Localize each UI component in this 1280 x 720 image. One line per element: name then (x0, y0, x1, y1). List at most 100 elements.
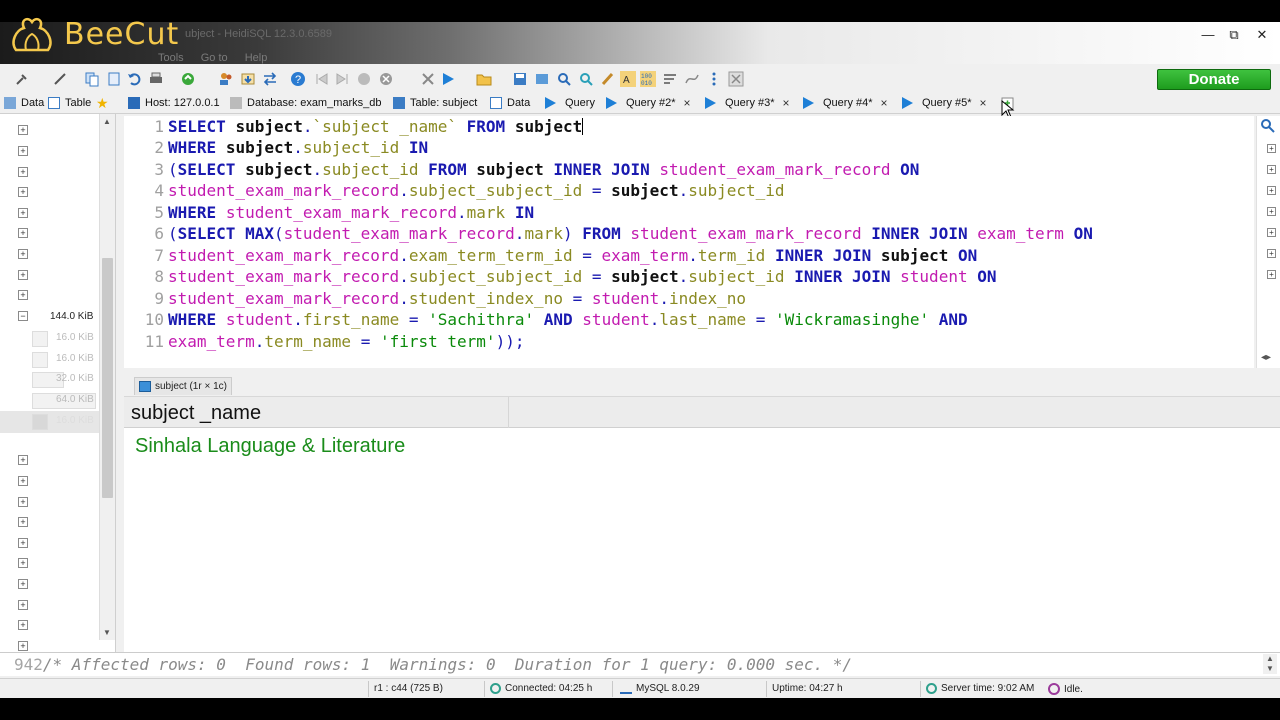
helper-expand-icon[interactable]: + (1267, 207, 1276, 216)
print-icon[interactable] (148, 71, 164, 87)
tab-data-left[interactable]: Data (4, 95, 44, 111)
tab-table-left[interactable]: Table (48, 95, 91, 111)
uppercase-icon[interactable]: A (620, 71, 636, 87)
close-icon[interactable]: × (783, 95, 790, 111)
helper-expand-icon[interactable]: + (1267, 144, 1276, 153)
tree-expand-icon[interactable]: + (18, 620, 28, 630)
tab-query-2[interactable]: Query #2* × (606, 95, 691, 111)
helper-expand-icon[interactable]: + (1267, 228, 1276, 237)
wrap-icon[interactable] (662, 71, 678, 87)
tree-expand-icon[interactable]: + (18, 538, 28, 548)
tree-expand-icon[interactable]: + (18, 641, 28, 651)
explain-icon[interactable] (684, 71, 700, 87)
more-icon[interactable] (706, 71, 722, 87)
save-snippet-icon[interactable] (534, 71, 550, 87)
import-icon[interactable] (240, 71, 256, 87)
format-sql-icon[interactable] (600, 71, 616, 87)
video-letterbox-top (0, 0, 1280, 22)
database-tree[interactable]: + + + + + + + + + − 144.0 KiB 16.0 KiB 1… (0, 114, 116, 672)
last-record-icon[interactable] (334, 71, 350, 87)
refresh-icon[interactable] (180, 71, 196, 87)
tree-expand-icon[interactable]: + (18, 558, 28, 568)
tree-expand-icon[interactable]: + (18, 208, 28, 218)
tree-expand-icon[interactable]: + (18, 290, 28, 300)
scroll-arrows-icon[interactable]: ◂▸ (1261, 352, 1271, 363)
line-number: 4 (154, 181, 164, 200)
open-folder-icon[interactable] (476, 71, 492, 87)
users-icon[interactable] (218, 71, 234, 87)
tree-expand-icon[interactable]: − (18, 311, 28, 321)
transfer-icon[interactable] (262, 71, 278, 87)
save-icon[interactable] (512, 71, 528, 87)
stop-icon[interactable] (378, 71, 394, 87)
helper-expand-icon[interactable]: + (1267, 186, 1276, 195)
tab-query-1[interactable]: Query (545, 95, 595, 111)
cancel-query-icon[interactable] (356, 71, 372, 87)
tree-expand-icon[interactable]: + (18, 167, 28, 177)
tree-expand-icon[interactable]: + (18, 249, 28, 259)
minimize-button[interactable]: — (1196, 26, 1220, 44)
close-tab-icon[interactable] (728, 71, 744, 87)
helper-expand-icon[interactable]: + (1267, 249, 1276, 258)
run-query-icon[interactable] (440, 71, 456, 87)
close-icon[interactable]: × (881, 95, 888, 111)
line-number: 9 (154, 289, 164, 308)
tree-expand-icon[interactable]: + (18, 146, 28, 156)
close-icon[interactable]: × (684, 95, 691, 111)
undo-icon[interactable] (126, 71, 142, 87)
binary-icon[interactable]: 100010 (640, 71, 656, 87)
helper-expand-icon[interactable]: + (1267, 270, 1276, 279)
menu-help[interactable]: Help (245, 52, 268, 64)
scroll-up-icon[interactable]: ▲ (103, 117, 111, 126)
tree-expand-icon[interactable]: + (18, 517, 28, 527)
column-separator[interactable] (508, 397, 509, 428)
donate-button[interactable]: Donate (1157, 69, 1271, 90)
tree-expand-icon[interactable]: + (18, 600, 28, 610)
tab-query-5[interactable]: Query #5* × (902, 95, 987, 111)
clear-icon[interactable] (420, 71, 436, 87)
sql-log[interactable]: 942/* Affected rows: 0 Found rows: 1 War… (0, 652, 1280, 676)
find-icon[interactable] (556, 71, 572, 87)
tree-expand-icon[interactable]: + (18, 125, 28, 135)
close-icon[interactable]: × (980, 95, 987, 111)
svg-text:010: 010 (641, 80, 652, 87)
helper-expand-icon[interactable]: + (1267, 165, 1276, 174)
tree-expand-icon[interactable]: + (18, 497, 28, 507)
close-button[interactable]: ✕ (1250, 26, 1274, 44)
search-icon[interactable] (1260, 118, 1276, 134)
log-scroll-icon[interactable]: ▲ ▼ (1263, 654, 1277, 674)
tree-expand-icon[interactable]: + (18, 270, 28, 280)
first-record-icon[interactable] (314, 71, 330, 87)
column-header[interactable]: subject _name (131, 402, 261, 425)
tree-expand-icon[interactable]: + (18, 579, 28, 589)
scrollbar-thumb[interactable] (102, 258, 113, 498)
tree-expand-icon[interactable]: + (18, 228, 28, 238)
tree-expand-icon[interactable]: + (18, 476, 28, 486)
result-grid[interactable]: subject _name Sinhala Language & Literat… (124, 396, 1280, 672)
replace-icon[interactable] (578, 71, 594, 87)
restore-button[interactable]: ⧉ (1222, 26, 1246, 44)
tree-expand-icon[interactable]: + (18, 187, 28, 197)
tab-table[interactable]: Table: subject (393, 95, 477, 111)
status-separator (920, 681, 921, 697)
star-icon[interactable]: ★ (96, 95, 109, 111)
tab-query-3[interactable]: Query #3* × (705, 95, 790, 111)
grid-cell[interactable]: Sinhala Language & Literature (135, 435, 405, 458)
scroll-down-icon[interactable]: ▼ (103, 628, 111, 637)
query-play-icon (606, 97, 617, 109)
tab-database[interactable]: Database: exam_marks_db (230, 95, 382, 111)
paste-icon[interactable] (106, 71, 122, 87)
copy-icon[interactable] (84, 71, 100, 87)
tab-host[interactable]: Host: 127.0.0.1 (128, 95, 220, 111)
sql-editor[interactable]: 1 SELECT subject.`subject _name` FROM sub… (124, 116, 1254, 368)
help-icon[interactable]: ? (290, 71, 306, 87)
tree-scrollbar[interactable]: ▲ ▼ (99, 114, 115, 640)
disconnect-icon[interactable] (52, 71, 68, 87)
menu-goto[interactable]: Go to (201, 52, 228, 64)
tab-query-4[interactable]: Query #4* × (803, 95, 888, 111)
tab-data[interactable]: Data (490, 95, 530, 111)
tree-expand-icon[interactable]: + (18, 455, 28, 465)
result-tab[interactable]: subject (1r × 1c) (134, 377, 232, 395)
connect-icon[interactable] (14, 71, 30, 87)
status-uptime: Uptime: 04:27 h (772, 683, 843, 694)
